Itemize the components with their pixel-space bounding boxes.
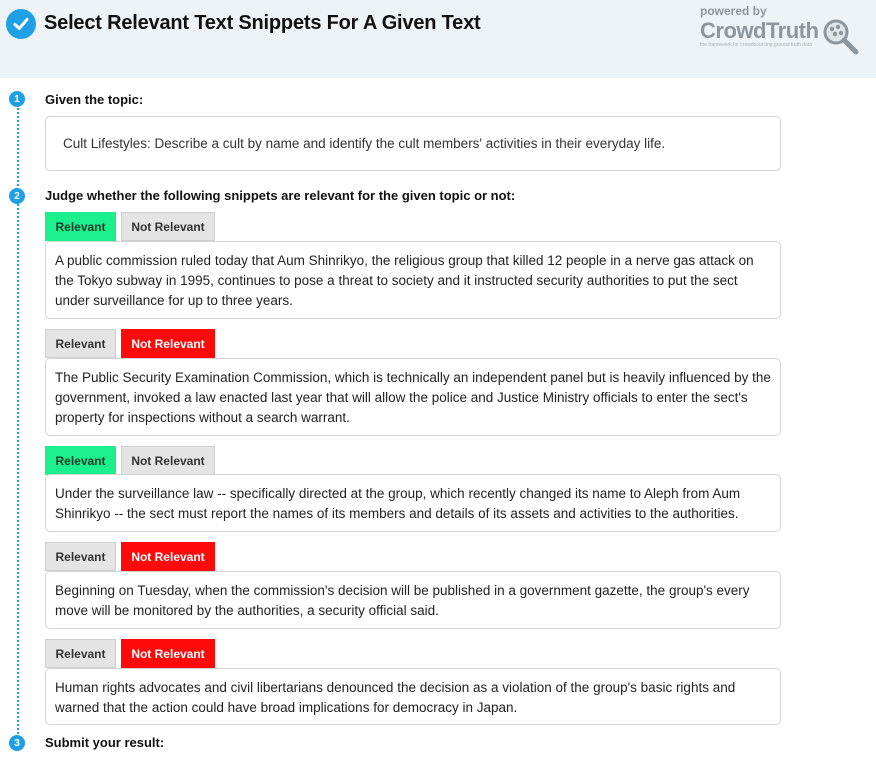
snippet-2-not-relevant-button[interactable]: Not Relevant [121, 329, 215, 358]
step-2-label: Judge whether the following snippets are… [45, 188, 516, 203]
snippet-5-text: Human rights advocates and civil liberta… [55, 680, 736, 715]
magnifier-icon [823, 19, 859, 55]
snippet-1-text: A public commission ruled today that Aum… [55, 253, 754, 308]
crowdtruth-logo: powered by CrowdTruth the framework for … [700, 4, 865, 55]
snippet-1-box: A public commission ruled today that Aum… [45, 241, 781, 319]
snippet-1-not-relevant-button[interactable]: Not Relevant [121, 212, 215, 241]
snippet-5-not-relevant-button[interactable]: Not Relevant [121, 639, 215, 668]
snippet-3-text: Under the surveillance law -- specifical… [55, 486, 741, 521]
snippet-3-box: Under the surveillance law -- specifical… [45, 474, 781, 532]
step-3-number: 3 [9, 735, 25, 751]
step-1-number: 1 [9, 91, 25, 107]
snippet-3-not-relevant-button[interactable]: Not Relevant [121, 446, 215, 475]
step-1-label: Given the topic: [45, 92, 144, 107]
snippet-2-relevant-button[interactable]: Relevant [45, 329, 116, 358]
snippet-5-box: Human rights advocates and civil liberta… [45, 668, 781, 725]
header-bar: Select Relevant Text Snippets For A Give… [0, 0, 876, 78]
step-3-label: Submit your result: [45, 735, 165, 750]
snippet-4-box: Beginning on Tuesday, when the commissio… [45, 571, 781, 629]
page-title: Select Relevant Text Snippets For A Give… [44, 12, 481, 34]
brand-name: CrowdTruth [700, 18, 819, 43]
check-icon [6, 9, 36, 39]
snippet-5-relevant-button[interactable]: Relevant [45, 639, 116, 668]
topic-text: Cult Lifestyles: Describe a cult by name… [63, 136, 666, 151]
snippet-3-relevant-button[interactable]: Relevant [45, 446, 116, 475]
topic-box: Cult Lifestyles: Describe a cult by name… [45, 116, 781, 171]
brand-powered-by: powered by [700, 4, 767, 18]
snippet-4-text: Beginning on Tuesday, when the commissio… [55, 583, 750, 618]
step-2-number: 2 [9, 188, 25, 204]
snippet-4-relevant-button[interactable]: Relevant [45, 542, 116, 571]
snippet-2-text: The Public Security Examination Commissi… [55, 370, 771, 425]
snippet-2-box: The Public Security Examination Commissi… [45, 358, 781, 436]
brand-tagline: the framework for crowdsourcing ground t… [700, 42, 812, 48]
snippet-4-not-relevant-button[interactable]: Not Relevant [121, 542, 215, 571]
snippet-1-relevant-button[interactable]: Relevant [45, 212, 116, 241]
